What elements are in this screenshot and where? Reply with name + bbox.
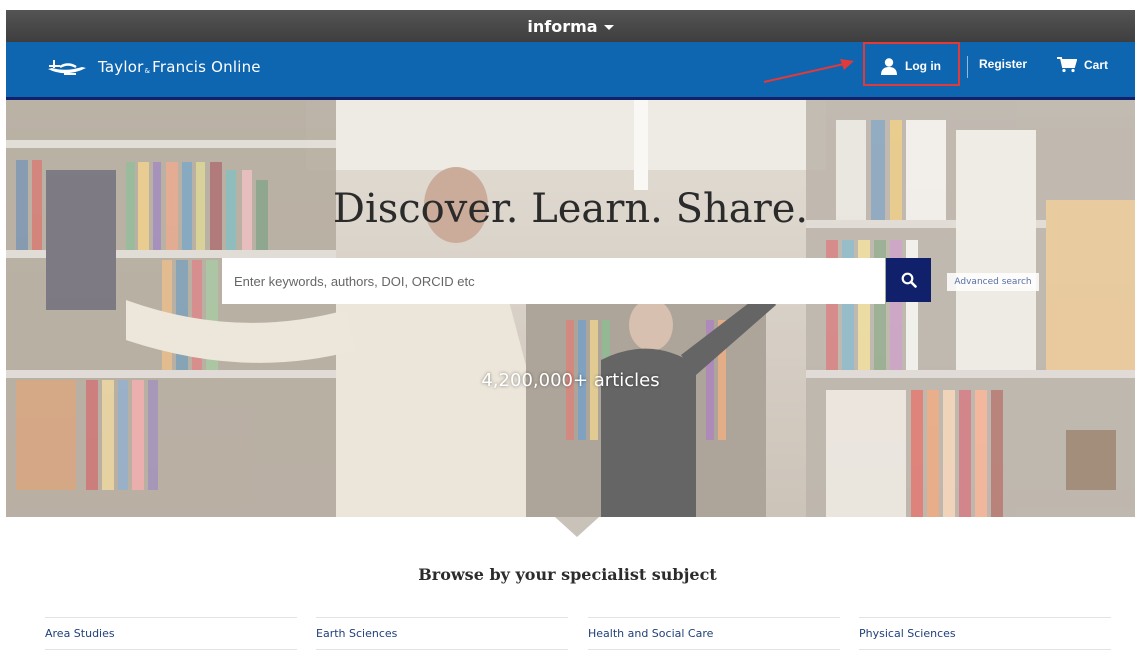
subject-earth-sciences[interactable]: Earth Sciences bbox=[316, 617, 568, 650]
register-link[interactable]: Register bbox=[979, 57, 1027, 71]
subject-area-studies[interactable]: Area Studies bbox=[45, 617, 297, 650]
browse-heading: Browse by your specialist subject bbox=[418, 565, 717, 584]
cart-link[interactable]: Cart bbox=[1057, 57, 1108, 73]
search-icon bbox=[901, 272, 917, 288]
brand-name: Taylor& Francis Online bbox=[98, 58, 261, 76]
advanced-search-link[interactable]: Advanced search bbox=[947, 273, 1039, 291]
articles-count: 4,200,000+ articles bbox=[481, 370, 660, 391]
caret-down-icon bbox=[603, 25, 614, 30]
informa-label: informa bbox=[527, 16, 598, 36]
hero-overlay bbox=[6, 100, 1135, 517]
subject-label: Health and Social Care bbox=[588, 627, 714, 640]
cart-label: Cart bbox=[1084, 58, 1109, 72]
login-label: Log in bbox=[905, 59, 941, 73]
login-link[interactable]: Log in bbox=[880, 57, 941, 75]
subject-label: Area Studies bbox=[45, 627, 115, 640]
brand-logo[interactable]: Taylor& Francis Online bbox=[46, 56, 261, 78]
page-root: informa Taylor& Francis Online Log in Re… bbox=[0, 0, 1135, 657]
hero-notch bbox=[555, 517, 599, 537]
subject-label: Earth Sciences bbox=[316, 627, 398, 640]
subject-health-and-social-care[interactable]: Health and Social Care bbox=[588, 617, 840, 650]
lamp-logo-icon bbox=[48, 60, 86, 75]
informa-bar: informa bbox=[6, 10, 1135, 42]
register-label: Register bbox=[979, 57, 1028, 71]
search-input[interactable] bbox=[222, 258, 885, 304]
user-icon bbox=[881, 58, 897, 75]
cart-icon bbox=[1057, 57, 1077, 73]
search-button[interactable] bbox=[886, 258, 931, 302]
site-header: Taylor& Francis Online Log in Register C… bbox=[6, 42, 1135, 100]
subject-physical-sciences[interactable]: Physical Sciences bbox=[859, 617, 1111, 650]
nav-divider bbox=[967, 56, 968, 78]
annotation-arrow bbox=[763, 59, 854, 83]
informa-menu[interactable]: informa bbox=[527, 16, 614, 36]
hero-title: Discover. Learn. Share. bbox=[332, 186, 809, 232]
hero-banner: Discover. Learn. Share. Advanced search … bbox=[6, 100, 1135, 517]
subject-label: Physical Sciences bbox=[859, 627, 956, 640]
